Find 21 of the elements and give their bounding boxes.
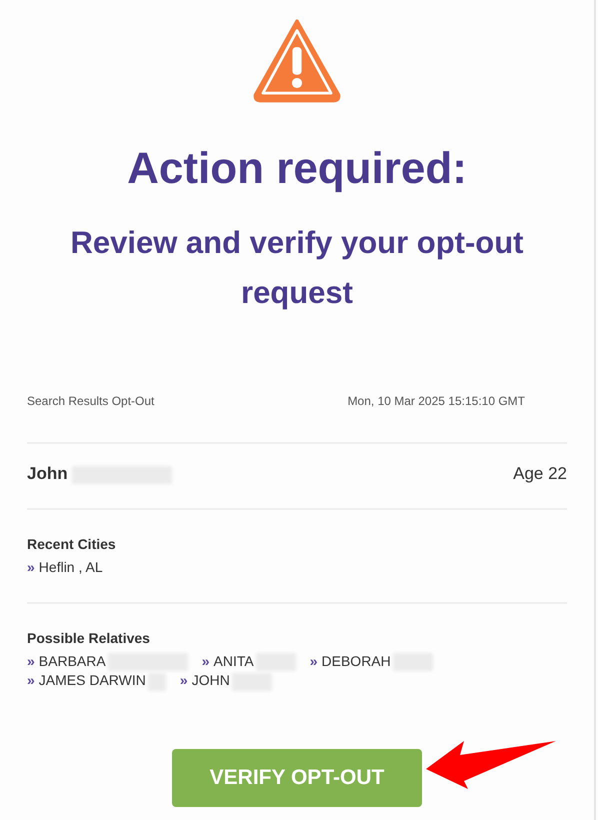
meta-label: Search Results Opt-Out [27,394,154,408]
meta-date: Mon, 10 Mar 2025 15:15:10 GMT [348,394,525,408]
bullet: » [180,672,188,688]
city: Heflin , AL [38,559,103,575]
section-title: Possible Relatives [27,630,151,646]
relative-name: ANITA [214,653,254,669]
relative-name: DEBORAH [322,653,391,669]
person-age: Age 22 [513,464,567,484]
subheading: Review and verify your opt-out request [69,224,524,312]
person-name: John [27,464,68,483]
bullet: » [27,653,35,669]
bullet: » [27,559,35,575]
bullet: » [310,653,318,669]
relative-name: JAMES DARWIN [38,672,146,688]
heading: Action required: [127,144,467,194]
verify-button[interactable]: VERIFY OPT-OUT [172,748,422,807]
section-title: Recent Cities [27,536,117,552]
bullet: » [27,672,35,688]
relative-name: JOHN [192,672,230,688]
bullet: » [202,653,210,669]
relative-name: BARBARA [38,653,106,669]
